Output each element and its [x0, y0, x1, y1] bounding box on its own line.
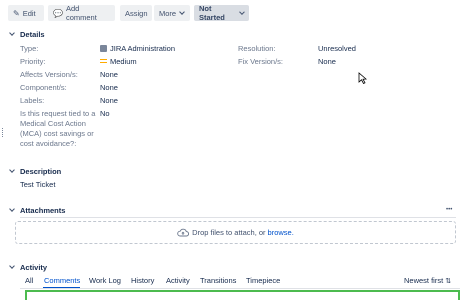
more-button[interactable]: More [154, 5, 190, 21]
affects-version-value: None [100, 70, 118, 79]
details-collapse-icon[interactable] [9, 30, 15, 36]
add-comment-button[interactable]: 💬 Add comment [48, 4, 115, 22]
activity-collapse-icon[interactable] [9, 263, 15, 269]
assign-label: Assign [125, 8, 148, 18]
sort-order-label: Newest first [404, 276, 444, 285]
tab-timepiece[interactable]: Timepiece [246, 276, 280, 285]
labels-value: None [100, 96, 118, 105]
labels-label: Labels: [20, 96, 45, 105]
edit-button[interactable]: ✎ Edit [8, 5, 44, 21]
activity-divider [20, 288, 460, 289]
type-label: Type: [20, 44, 39, 53]
priority-label: Priority: [20, 57, 46, 66]
attachments-collapse-icon[interactable] [9, 206, 15, 212]
chevron-down-icon [179, 9, 185, 15]
attachments-divider [20, 217, 456, 218]
mca-label-line1: Is this request tied to a [20, 109, 96, 118]
edit-button-label: Edit [22, 8, 36, 18]
resolution-value: Unresolved [318, 44, 356, 53]
attachments-more-icon[interactable]: ••• [446, 205, 452, 215]
priority-value: Medium [100, 57, 137, 67]
more-label: More [159, 8, 177, 18]
sort-order-toggle[interactable]: Newest first ⇅ [404, 276, 451, 285]
activity-title: Activity [20, 263, 48, 272]
status-button[interactable]: Not Started [194, 4, 249, 22]
tab-transitions[interactable]: Transitions [200, 276, 236, 285]
chevron-down-icon [239, 9, 245, 15]
mca-value: No [100, 109, 110, 118]
type-value: JIRA Administration [100, 44, 175, 54]
mca-label-line4: cost avoidance?: [20, 139, 77, 148]
components-label: Component/s: [20, 83, 67, 92]
fix-version-value: None [318, 57, 336, 66]
affects-version-label: Affects Version/s: [20, 70, 78, 79]
priority-medium-icon [100, 59, 107, 63]
browse-link[interactable]: browse. [268, 228, 294, 237]
mca-label-line2: Medical Cost Action [20, 119, 86, 128]
resolution-label: Resolution: [238, 44, 276, 53]
tab-history[interactable]: History [131, 276, 154, 285]
description-collapse-icon[interactable] [9, 167, 15, 173]
sort-icon: ⇅ [445, 278, 452, 285]
tab-comments[interactable]: Comments [44, 276, 80, 285]
tab-all[interactable]: All [25, 276, 33, 285]
tab-work-log[interactable]: Work Log [89, 276, 121, 285]
pencil-icon: ✎ [13, 8, 20, 18]
attachment-dropzone[interactable]: Drop files to attach, or browse. [15, 221, 456, 244]
assign-button[interactable]: Assign [120, 5, 152, 21]
add-comment-label: Add comment [65, 4, 97, 22]
description-title: Description [20, 167, 62, 176]
dropzone-text: Drop files to attach, or [192, 228, 266, 237]
status-label: Not Started [199, 4, 225, 22]
resize-handle[interactable] [2, 128, 4, 137]
mca-label-line3: (MCA) cost savings or [20, 129, 94, 138]
details-title: Details [20, 30, 45, 39]
issue-type-icon [100, 45, 107, 52]
tab-activity[interactable]: Activity [166, 276, 190, 285]
comment-icon: 💬 [53, 8, 63, 18]
cloud-upload-icon [177, 228, 190, 237]
comment-input-highlight[interactable] [25, 290, 460, 300]
mouse-cursor-icon [358, 72, 367, 84]
fix-version-label: Fix Version/s: [238, 57, 284, 66]
components-value: None [100, 83, 118, 92]
attachments-title: Attachments [20, 206, 66, 215]
description-text: Test Ticket [20, 180, 56, 189]
